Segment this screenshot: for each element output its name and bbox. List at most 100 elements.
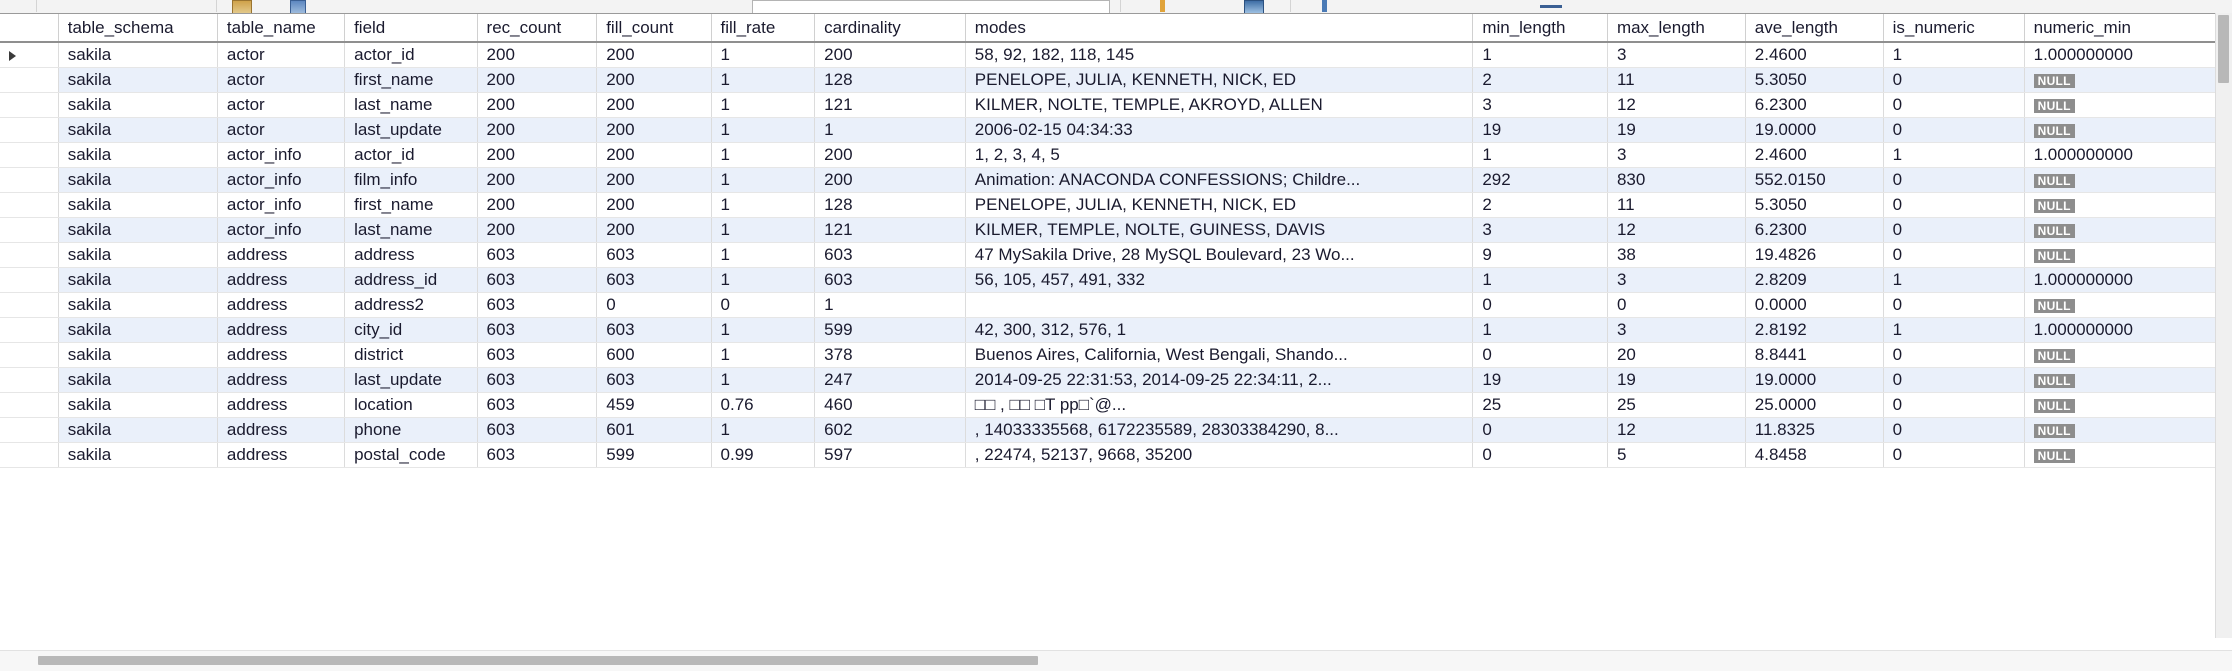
vertical-scrollbar[interactable] [2215,13,2232,638]
cell-min-length[interactable]: 19 [1472,367,1608,393]
horizontal-scrollbar-thumb[interactable] [38,656,1038,665]
row-selector[interactable] [0,292,59,318]
cell-fill-count[interactable]: 603 [596,367,712,393]
cell-is-numeric[interactable]: 0 [1883,342,2025,368]
cell-fill-rate[interactable]: 1 [711,367,816,393]
cell-field[interactable]: last_name [344,217,478,243]
cell-max-length[interactable]: 830 [1607,167,1746,193]
row-selector[interactable] [0,317,59,343]
cell-field[interactable]: last_name [344,92,478,118]
cell-field[interactable]: phone [344,417,478,443]
cell-rec-count[interactable]: 603 [477,392,598,418]
cell-field[interactable]: actor_id [344,42,478,68]
cell-field[interactable]: last_update [344,117,478,143]
cell-table-schema[interactable]: sakila [58,392,218,418]
cell-is-numeric[interactable]: 0 [1883,167,2025,193]
cell-rec-count[interactable]: 603 [477,317,598,343]
amber-marker-icon[interactable] [1160,0,1165,12]
cell-min-length[interactable]: 3 [1472,92,1608,118]
row-selector[interactable] [0,42,59,68]
cell-ave-length[interactable]: 19.4826 [1745,242,1884,268]
cell-ave-length[interactable]: 19.0000 [1745,367,1884,393]
cell-min-length[interactable]: 1 [1472,42,1608,68]
cell-numeric-min[interactable]: NULL [2024,192,2216,218]
cell-field[interactable]: location [344,392,478,418]
cell-is-numeric[interactable]: 0 [1883,392,2025,418]
cell-numeric-min[interactable]: NULL [2024,92,2216,118]
cell-max-length[interactable]: 12 [1607,92,1746,118]
cell-rec-count[interactable]: 200 [477,217,598,243]
table-row[interactable]: sakila address address 603 603 1 603 47 MySakil… [0,242,2216,268]
cell-rec-count[interactable]: 200 [477,142,598,168]
cell-rec-count[interactable]: 200 [477,67,598,93]
cell-table-name[interactable]: address [217,392,346,418]
revert-icon[interactable] [290,0,306,13]
table-row[interactable]: sakila actor last_update 200 200 1 1 2006-02-15… [0,117,2216,143]
table-row[interactable]: sakila address address2 603 0 0 1 0 0 0.0000 0 NULL [0,292,2216,318]
cell-table-schema[interactable]: sakila [58,92,218,118]
cell-numeric-min[interactable]: NULL [2024,167,2216,193]
cell-min-length[interactable]: 0 [1472,342,1608,368]
cell-table-name[interactable]: actor [217,42,346,68]
cell-fill-count[interactable]: 200 [596,192,712,218]
cell-modes[interactable]: 42, 300, 312, 576, 1 [965,317,1474,343]
cell-ave-length[interactable]: 2.4600 [1745,142,1884,168]
cell-field[interactable]: actor_id [344,142,478,168]
cell-fill-rate[interactable]: 1 [711,242,816,268]
cell-cardinality[interactable]: 200 [814,42,966,68]
cell-cardinality[interactable]: 599 [814,317,966,343]
cell-table-schema[interactable]: sakila [58,117,218,143]
cell-fill-count[interactable]: 200 [596,67,712,93]
save-icon[interactable] [232,0,252,13]
cell-fill-rate[interactable]: 1 [711,192,816,218]
cell-ave-length[interactable]: 552.0150 [1745,167,1884,193]
cell-max-length[interactable]: 25 [1607,392,1746,418]
cell-min-length[interactable]: 1 [1472,142,1608,168]
cell-cardinality[interactable]: 121 [814,92,966,118]
cell-numeric-min[interactable]: NULL [2024,392,2216,418]
column-header-min-length[interactable]: min_length [1472,14,1608,43]
table-row[interactable]: sakila address city_id 603 603 1 599 42, 300, 3… [0,317,2216,343]
column-header-max-length[interactable]: max_length [1607,14,1746,43]
cell-rec-count[interactable]: 603 [477,292,598,318]
cell-table-schema[interactable]: sakila [58,367,218,393]
cell-modes[interactable]: 2006-02-15 04:34:33 [965,117,1474,143]
cell-table-name[interactable]: address [217,317,346,343]
cell-fill-rate[interactable]: 1 [711,417,816,443]
table-row[interactable]: sakila address address_id 603 603 1 603 56, 105… [0,267,2216,293]
cell-max-length[interactable]: 11 [1607,67,1746,93]
table-row[interactable]: sakila address district 603 600 1 378 Buenos Ai… [0,342,2216,368]
row-selector[interactable] [0,367,59,393]
cell-is-numeric[interactable]: 0 [1883,417,2025,443]
table-row[interactable]: sakila actor_info first_name 200 200 1 128 PENE… [0,192,2216,218]
cell-fill-count[interactable]: 200 [596,217,712,243]
cell-rec-count[interactable]: 200 [477,192,598,218]
cell-modes[interactable]: , 14033335568, 6172235589, 28303384290, … [965,417,1474,443]
cell-is-numeric[interactable]: 0 [1883,67,2025,93]
cell-fill-count[interactable]: 200 [596,42,712,68]
cell-numeric-min[interactable]: NULL [2024,442,2216,468]
cell-fill-rate[interactable]: 1 [711,317,816,343]
cell-min-length[interactable]: 0 [1472,292,1608,318]
column-header-cardinality[interactable]: cardinality [814,14,966,43]
column-header-fill-rate[interactable]: fill_rate [711,14,816,43]
cell-fill-rate[interactable]: 1 [711,342,816,368]
cell-table-schema[interactable]: sakila [58,217,218,243]
cell-cardinality[interactable]: 200 [814,167,966,193]
cell-cardinality[interactable]: 1 [814,117,966,143]
cell-max-length[interactable]: 3 [1607,142,1746,168]
cell-table-schema[interactable]: sakila [58,242,218,268]
cell-fill-count[interactable]: 200 [596,167,712,193]
table-row[interactable]: sakila address phone 603 601 1 602, 1403333556… [0,417,2216,443]
cell-numeric-min[interactable]: NULL [2024,67,2216,93]
cell-table-schema[interactable]: sakila [58,417,218,443]
cell-modes[interactable]: Buenos Aires, California, West Bengali, … [965,342,1474,368]
cell-fill-count[interactable]: 0 [596,292,712,318]
cell-modes[interactable]: □□ , □□ □T pp□`@... [965,392,1474,418]
row-selector[interactable] [0,267,59,293]
cell-min-length[interactable]: 0 [1472,442,1608,468]
cell-fill-rate[interactable]: 1 [711,67,816,93]
cell-is-numeric[interactable]: 1 [1883,267,2025,293]
row-selector[interactable] [0,242,59,268]
cell-rec-count[interactable]: 603 [477,367,598,393]
